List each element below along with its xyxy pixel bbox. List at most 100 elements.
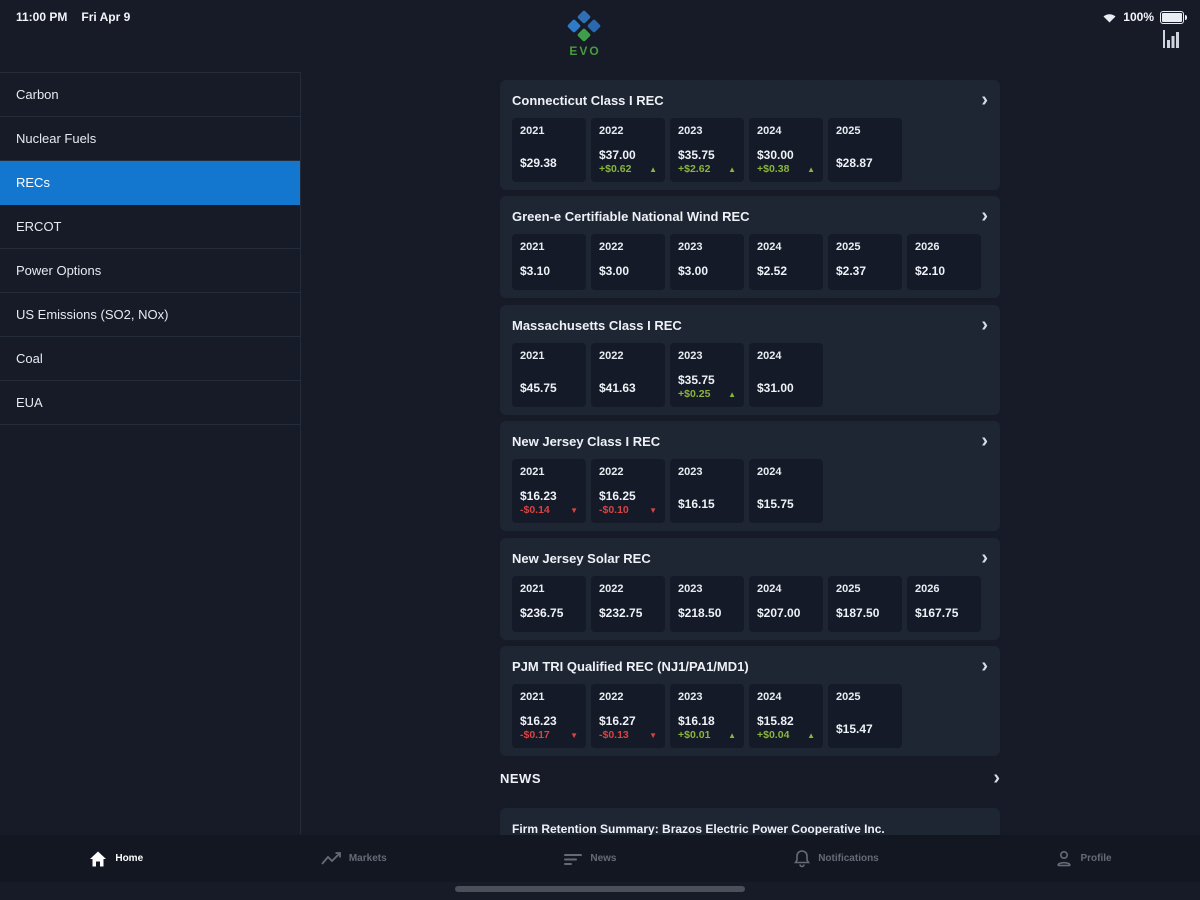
price-cell[interactable]: 2026 $2.10	[907, 234, 981, 290]
price-cell[interactable]: 2021 $236.75	[512, 576, 586, 632]
cell-price: $2.37	[836, 264, 867, 278]
cell-year: 2025	[836, 241, 861, 253]
card-header[interactable]: New Jersey Solar REC ›	[512, 548, 988, 568]
cell-year: 2023	[678, 350, 703, 362]
card-header[interactable]: New Jersey Class I REC ›	[512, 431, 988, 451]
cell-price: $37.00	[599, 148, 636, 162]
news-section-header[interactable]: NEWS ›	[500, 767, 1000, 789]
price-cell[interactable]: 2021 $3.10	[512, 234, 586, 290]
nav-notifications[interactable]: Notifications	[793, 849, 879, 868]
price-cell[interactable]: 2024 $15.82 +$0.04 ▲	[749, 684, 823, 748]
card-title: Connecticut Class I REC	[512, 92, 664, 108]
price-cell[interactable]: 2023 $218.50	[670, 576, 744, 632]
price-cell[interactable]: 2024 $30.00 +$0.38 ▲	[749, 118, 823, 182]
price-cells: 2021 $45.75 2022 $41.63 2023 $35.75 +$0.…	[512, 343, 988, 407]
sidebar-item-eua[interactable]: EUA	[0, 381, 300, 425]
nav-markets[interactable]: Markets	[320, 851, 387, 867]
cell-year: 2022	[599, 691, 624, 703]
card-title: New Jersey Class I REC	[512, 433, 661, 449]
cell-price: $16.23	[520, 489, 557, 503]
chevron-right-icon: ›	[981, 205, 988, 227]
price-cell[interactable]: 2021 $45.75	[512, 343, 586, 407]
price-cell[interactable]: 2024 $207.00	[749, 576, 823, 632]
cell-price: $236.75	[520, 606, 564, 620]
cell-change: +$0.04	[757, 729, 790, 741]
cell-change: +$0.62	[599, 163, 632, 175]
sidebar: Carbon Nuclear Fuels RECs ERCOT Power Op…	[0, 72, 300, 425]
price-cell[interactable]: 2023 $16.18 +$0.01 ▲	[670, 684, 744, 748]
cell-price: $3.00	[678, 264, 709, 278]
price-cells: 2021 $3.10 2022 $3.00 2023 $3.00 2024 $2…	[512, 234, 988, 290]
cell-price: $3.00	[599, 264, 630, 278]
up-arrow-icon: ▲	[728, 389, 736, 399]
price-cell[interactable]: 2023 $3.00	[670, 234, 744, 290]
price-cells: 2021 $16.23 -$0.14 ▼ 2022 $16.25 -$0.10 ▼ …	[512, 459, 988, 523]
card-header[interactable]: PJM TRI Qualified REC (NJ1/PA1/MD1) ›	[512, 656, 988, 676]
sidebar-item-us-emissions[interactable]: US Emissions (SO2, NOx)	[0, 293, 300, 337]
price-cell[interactable]: 2024 $15.75	[749, 459, 823, 523]
bottom-nav: Home Markets News Notifications Profile	[0, 835, 1200, 882]
home-indicator[interactable]	[455, 886, 745, 892]
cell-year: 2023	[678, 583, 703, 595]
cell-year: 2025	[836, 583, 861, 595]
cell-year: 2021	[520, 583, 545, 595]
up-arrow-icon: ▲	[649, 164, 657, 174]
card-header[interactable]: Massachusetts Class I REC ›	[512, 315, 988, 335]
up-arrow-icon: ▲	[728, 164, 736, 174]
home-indicator-zone	[0, 882, 1200, 900]
price-cell[interactable]: 2022 $232.75	[591, 576, 665, 632]
cell-price: $41.63	[599, 381, 636, 395]
nav-home[interactable]: Home	[88, 850, 143, 868]
up-arrow-icon: ▲	[807, 730, 815, 740]
cell-year: 2022	[599, 350, 624, 362]
price-cell[interactable]: 2021 $16.23 -$0.14 ▼	[512, 459, 586, 523]
cell-year: 2023	[678, 466, 703, 478]
cell-year: 2024	[757, 583, 782, 595]
price-cell[interactable]: 2025 $28.87	[828, 118, 902, 182]
price-cell[interactable]: 2022 $16.27 -$0.13 ▼	[591, 684, 665, 748]
cell-price: $167.75	[915, 606, 959, 620]
nav-profile[interactable]: Profile	[1055, 849, 1112, 868]
price-cell[interactable]: 2023 $35.75 +$2.62 ▲	[670, 118, 744, 182]
brand-name: EVO	[569, 44, 601, 58]
price-cell[interactable]: 2021 $29.38	[512, 118, 586, 182]
chevron-right-icon: ›	[993, 767, 1000, 789]
price-cell[interactable]: 2024 $2.52	[749, 234, 823, 290]
cell-year: 2022	[599, 125, 624, 137]
down-arrow-icon: ▼	[649, 730, 657, 740]
cell-price: $187.50	[836, 606, 880, 620]
sidebar-item-power-options[interactable]: Power Options	[0, 249, 300, 293]
sidebar-item-ercot[interactable]: ERCOT	[0, 205, 300, 249]
sidebar-item-coal[interactable]: Coal	[0, 337, 300, 381]
price-cell[interactable]: 2026 $167.75	[907, 576, 981, 632]
price-cell[interactable]: 2022 $37.00 +$0.62 ▲	[591, 118, 665, 182]
card-new-jersey-solar-rec: New Jersey Solar REC › 2021 $236.75 2022…	[500, 538, 1000, 640]
nav-news[interactable]: News	[563, 852, 616, 866]
card-header[interactable]: Green-e Certifiable National Wind REC ›	[512, 206, 988, 226]
sidebar-item-carbon[interactable]: Carbon	[0, 73, 300, 117]
cell-change: +$0.25	[678, 388, 711, 400]
price-cell[interactable]: 2024 $31.00	[749, 343, 823, 407]
card-header[interactable]: Connecticut Class I REC ›	[512, 90, 988, 110]
price-cell[interactable]: 2025 $15.47	[828, 684, 902, 748]
price-cell[interactable]: 2023 $16.15	[670, 459, 744, 523]
brand-logo: EVO	[550, 9, 620, 58]
cell-year: 2021	[520, 241, 545, 253]
battery-percent: 100%	[1123, 10, 1154, 24]
card-title: New Jersey Solar REC	[512, 550, 651, 566]
price-cell[interactable]: 2022 $16.25 -$0.10 ▼	[591, 459, 665, 523]
sidebar-item-recs[interactable]: RECs	[0, 161, 300, 205]
cell-year: 2021	[520, 350, 545, 362]
chart-sort-icon[interactable]	[1160, 28, 1182, 50]
down-arrow-icon: ▼	[570, 505, 578, 515]
price-cell[interactable]: 2022 $3.00	[591, 234, 665, 290]
cell-price: $3.10	[520, 264, 551, 278]
price-cell[interactable]: 2023 $35.75 +$0.25 ▲	[670, 343, 744, 407]
price-cell[interactable]: 2025 $187.50	[828, 576, 902, 632]
price-cell[interactable]: 2022 $41.63	[591, 343, 665, 407]
cell-year: 2023	[678, 125, 703, 137]
sidebar-item-nuclear-fuels[interactable]: Nuclear Fuels	[0, 117, 300, 161]
price-cell[interactable]: 2021 $16.23 -$0.17 ▼	[512, 684, 586, 748]
price-cell[interactable]: 2025 $2.37	[828, 234, 902, 290]
sidebar-divider	[300, 72, 301, 834]
